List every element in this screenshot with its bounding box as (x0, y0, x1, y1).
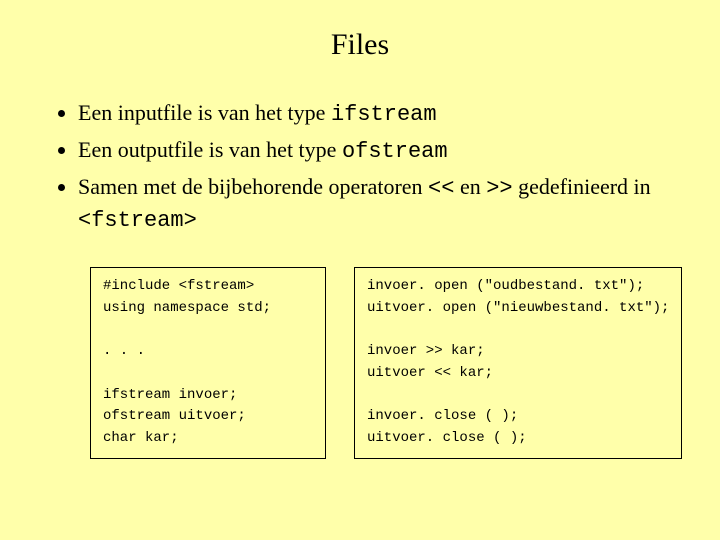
bullet-item: Een inputfile is van het type ifstream (78, 98, 670, 131)
bullet-text: en (454, 174, 486, 199)
code-row: #include <fstream> using namespace std; … (50, 267, 670, 459)
bullet-text: Een outputfile is van het type (78, 137, 342, 162)
bullet-text: Samen met de bijbehorende operatoren (78, 174, 428, 199)
bullet-code: <fstream> (78, 208, 197, 233)
slide-title: Files (50, 28, 670, 62)
bullet-code: ifstream (331, 102, 437, 127)
code-box-left: #include <fstream> using namespace std; … (90, 267, 326, 459)
slide: Files Een inputfile is van het type ifst… (0, 0, 720, 540)
bullet-code: >> (486, 176, 512, 201)
bullet-code: << (428, 176, 454, 201)
bullet-list: Een inputfile is van het type ifstream E… (50, 98, 670, 237)
bullet-code: ofstream (342, 139, 448, 164)
bullet-text: gedefinieerd in (513, 174, 651, 199)
code-box-right: invoer. open ("oudbestand. txt"); uitvoe… (354, 267, 682, 459)
bullet-item: Samen met de bijbehorende operatoren << … (78, 172, 670, 238)
bullet-item: Een outputfile is van het type ofstream (78, 135, 670, 168)
bullet-text: Een inputfile is van het type (78, 100, 331, 125)
